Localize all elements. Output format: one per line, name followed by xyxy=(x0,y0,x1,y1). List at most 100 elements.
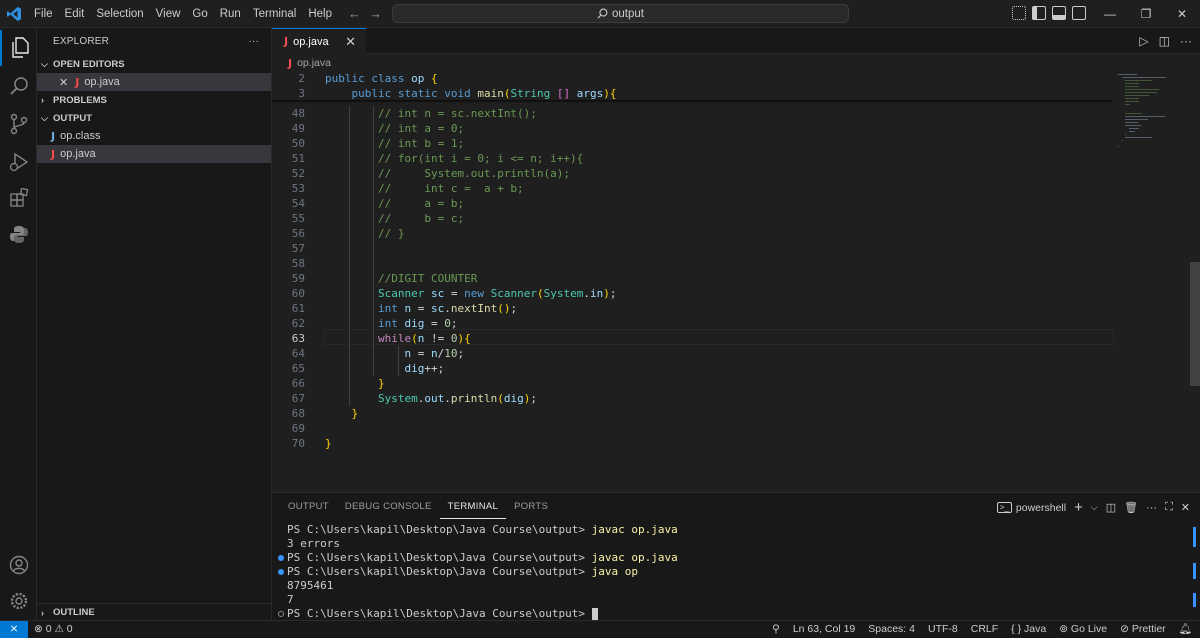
check-circle-icon: ⊘ xyxy=(1120,623,1132,635)
line-endings[interactable]: CRLF xyxy=(971,621,998,638)
language-mode[interactable]: { } Java xyxy=(1011,621,1046,638)
code-line[interactable]: 55 // b = c; xyxy=(272,211,1112,226)
problems-section[interactable]: › PROBLEMS xyxy=(37,91,271,109)
code-line[interactable]: 57 xyxy=(272,241,1112,256)
code-line[interactable]: 60 Scanner sc = new Scanner(System.in); xyxy=(272,286,1112,301)
command-pending-dot-icon[interactable] xyxy=(278,611,284,617)
restore-icon[interactable]: ❐ xyxy=(1128,0,1164,28)
tab-output[interactable]: OUTPUT xyxy=(280,493,337,521)
split-terminal-icon[interactable]: ◫ xyxy=(1106,501,1116,514)
code-line[interactable]: 59 //DIGIT COUNTER xyxy=(272,271,1112,286)
customize-layout-icon[interactable] xyxy=(1012,6,1026,20)
code-editor[interactable]: 48 // int n = sc.nextInt(); 49 // int a =… xyxy=(272,72,1200,492)
more-actions-icon[interactable]: ··· xyxy=(1146,502,1157,514)
close-window-icon[interactable]: ✕ xyxy=(1164,0,1200,28)
go-live-button[interactable]: ⊚ Go Live xyxy=(1059,621,1107,638)
terminal-cursor xyxy=(591,608,598,620)
explorer-icon[interactable] xyxy=(0,30,37,66)
split-editor-icon[interactable]: ◫ xyxy=(1159,34,1170,48)
code-line[interactable]: 64 n = n/10; xyxy=(272,346,1112,361)
code-line[interactable]: 53 // int c = a + b; xyxy=(272,181,1112,196)
toggle-panel-icon[interactable] xyxy=(1052,6,1066,20)
sticky-scroll-line[interactable]: 3 public static void main(String [] args… xyxy=(272,86,1112,101)
tab-debug-console[interactable]: DEBUG CONSOLE xyxy=(337,493,440,521)
forward-arrow-icon[interactable]: → xyxy=(369,0,382,28)
tab-ports[interactable]: PORTS xyxy=(506,493,556,521)
command-success-dot-icon[interactable] xyxy=(278,569,284,575)
code-line[interactable]: 54 // a = b; xyxy=(272,196,1112,211)
new-terminal-icon[interactable]: + xyxy=(1074,499,1083,516)
menu-edit[interactable]: Edit xyxy=(59,0,91,28)
source-control-icon[interactable] xyxy=(0,106,37,142)
toggle-primary-sidebar-icon[interactable] xyxy=(1032,6,1046,20)
command-success-dot-icon[interactable] xyxy=(278,555,284,561)
account-icon[interactable] xyxy=(0,547,37,583)
prettier-button[interactable]: ⊘ Prettier xyxy=(1120,621,1166,638)
more-actions-icon[interactable]: ··· xyxy=(248,36,259,47)
menu-go[interactable]: Go xyxy=(186,0,213,28)
code-line[interactable]: 52 // System.out.println(a); xyxy=(272,166,1112,181)
code-line[interactable]: 68 } xyxy=(272,406,1112,421)
close-panel-icon[interactable]: ✕ xyxy=(1181,501,1190,514)
code-line[interactable]: 62 int dig = 0; xyxy=(272,316,1112,331)
breadcrumb-file[interactable]: op.java xyxy=(297,57,331,69)
remote-icon[interactable]: ⨯ xyxy=(0,621,28,638)
close-icon[interactable]: ✕ xyxy=(59,76,68,89)
code-line[interactable]: 51 // for(int i = 0; i <= n; i++){ xyxy=(272,151,1112,166)
menu-terminal[interactable]: Terminal xyxy=(247,0,302,28)
more-actions-icon[interactable]: ··· xyxy=(1180,34,1192,48)
minimize-icon[interactable]: — xyxy=(1092,0,1128,28)
class-file-icon: J xyxy=(51,129,56,143)
trash-icon[interactable]: 🗑 xyxy=(1124,501,1138,514)
code-line[interactable]: 58 xyxy=(272,256,1112,271)
settings-gear-icon[interactable] xyxy=(0,583,37,619)
menu-run[interactable]: Run xyxy=(214,0,247,28)
python-icon[interactable] xyxy=(0,216,37,252)
code-line[interactable]: 66 } xyxy=(272,376,1112,391)
code-line[interactable]: 63 while(n != 0){ xyxy=(272,331,1112,346)
back-arrow-icon[interactable]: ← xyxy=(348,0,361,28)
indentation[interactable]: Spaces: 4 xyxy=(868,621,915,638)
terminal-shell-selector[interactable]: >_ powershell xyxy=(996,502,1066,514)
tab-op-java[interactable]: J op.java ✕ xyxy=(272,28,366,54)
sync-icon[interactable]: ⚲ xyxy=(772,621,780,638)
editor-scrollbar[interactable] xyxy=(1190,262,1200,386)
code-line[interactable]: 56 // } xyxy=(272,226,1112,241)
chevron-down-icon[interactable]: ⌵ xyxy=(1091,502,1098,513)
run-debug-icon[interactable] xyxy=(0,144,37,180)
close-tab-icon[interactable]: ✕ xyxy=(345,34,356,50)
code-line[interactable]: 49 // int a = 0; xyxy=(272,121,1112,136)
menu-file[interactable]: File xyxy=(28,0,59,28)
tab-terminal[interactable]: TERMINAL xyxy=(439,495,507,519)
problems-status[interactable]: ⊗ 0 ⚠ 0 xyxy=(34,621,73,638)
code-line[interactable]: 61 int n = sc.nextInt(); xyxy=(272,301,1112,316)
maximize-panel-icon[interactable]: ⛶ xyxy=(1165,501,1173,514)
run-icon[interactable]: ▷ xyxy=(1139,34,1148,48)
open-editors-section[interactable]: ⌵ OPEN EDITORS xyxy=(37,55,271,73)
nav-arrows: ← → xyxy=(348,0,382,28)
command-center-search[interactable]: output xyxy=(392,4,849,23)
file-item-op-java[interactable]: J op.java xyxy=(37,145,271,163)
bell-icon[interactable]: 🔔︎ xyxy=(1179,621,1192,638)
menu-view[interactable]: View xyxy=(150,0,187,28)
sticky-scroll-line[interactable]: 2 public class op { xyxy=(272,72,1112,86)
extensions-icon[interactable] xyxy=(0,180,37,216)
code-line[interactable]: 67 System.out.println(dig); xyxy=(272,391,1112,406)
code-line[interactable]: 48 // int n = sc.nextInt(); xyxy=(272,106,1112,121)
outline-section[interactable]: › OUTLINE xyxy=(37,603,271,621)
code-line[interactable]: 50 // int b = 1; xyxy=(272,136,1112,151)
search-icon[interactable] xyxy=(0,68,37,104)
minimap[interactable] xyxy=(1114,72,1190,492)
code-line[interactable]: 65 dig++; xyxy=(272,361,1112,376)
open-editor-item[interactable]: ✕ J op.java xyxy=(37,73,271,91)
code-line[interactable]: 70} xyxy=(272,436,1112,451)
cursor-position[interactable]: Ln 63, Col 19 xyxy=(793,621,855,638)
code-line[interactable]: 69 xyxy=(272,421,1112,436)
encoding[interactable]: UTF-8 xyxy=(928,621,958,638)
toggle-secondary-sidebar-icon[interactable] xyxy=(1072,6,1086,20)
file-item-op-class[interactable]: J op.class xyxy=(37,127,271,145)
output-folder-section[interactable]: ⌵ OUTPUT xyxy=(37,109,271,127)
terminal-output[interactable]: PS C:\Users\kapil\Desktop\Java Course\ou… xyxy=(272,523,1200,621)
menu-selection[interactable]: Selection xyxy=(90,0,149,28)
menu-help[interactable]: Help xyxy=(302,0,338,28)
